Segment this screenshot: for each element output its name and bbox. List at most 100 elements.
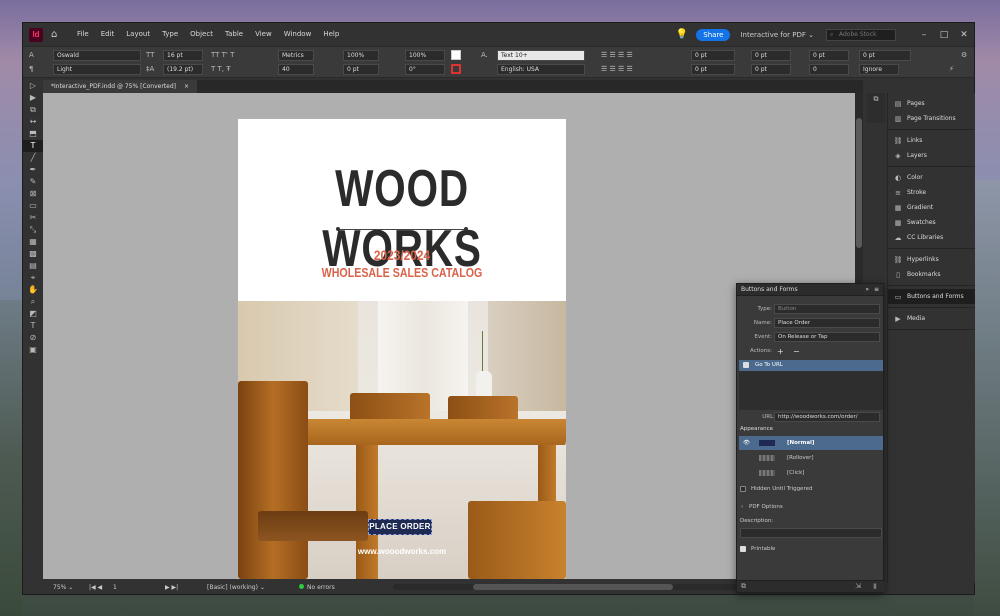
skew-field[interactable]: 0° xyxy=(405,64,445,75)
dock-gradient[interactable]: ▦ Gradient xyxy=(888,200,975,215)
dock-cc-libraries[interactable]: ☁ CC Libraries xyxy=(888,230,975,245)
apply-none-icon[interactable]: ⊘ xyxy=(23,332,43,344)
event-select[interactable]: On Release or Tap xyxy=(774,332,880,342)
gradient-feather-tool-icon[interactable]: ▩ xyxy=(23,248,43,260)
fill-stroke-icon[interactable]: ◩ xyxy=(23,308,43,320)
action-item-go-to-url[interactable]: Go To URL xyxy=(739,360,883,371)
document-canvas[interactable]: WOOD WORKS 2023/2024 WHOLESALE SALES CAT… xyxy=(43,93,855,579)
dock-buttons-and-forms[interactable]: ▭ Buttons and Forms xyxy=(888,289,975,304)
menu-window[interactable]: Window xyxy=(278,23,318,46)
hyphenation-field[interactable]: Ignore xyxy=(859,64,899,75)
last-line-indent-field[interactable]: 0 pt xyxy=(751,64,791,75)
zoom-tool-icon[interactable]: ⌕ xyxy=(23,296,43,308)
font-style-field[interactable]: Light xyxy=(53,64,141,75)
vertical-scroll-thumb[interactable] xyxy=(856,118,862,248)
justify-icon[interactable]: ☰ ☰ ☰ ☰ xyxy=(601,64,633,75)
space-before-field[interactable]: 0 pt xyxy=(809,50,849,61)
dock-page-transitions[interactable]: ▥ Page Transitions xyxy=(888,111,975,126)
free-transform-tool-icon[interactable]: ⤡ xyxy=(23,224,43,236)
formatting-container-icon[interactable]: T xyxy=(23,320,43,332)
menu-edit[interactable]: Edit xyxy=(95,23,121,46)
vertical-scale-field[interactable]: 100% xyxy=(343,50,379,61)
delete-icon[interactable]: ▮ xyxy=(873,582,877,590)
document-style[interactable]: [Basic] (working) ⌄ xyxy=(207,581,265,594)
space-after-field[interactable]: 0 pt xyxy=(859,50,911,61)
hidden-until-triggered-checkbox[interactable] xyxy=(740,486,746,492)
paragraph-mode-icon[interactable]: ¶ xyxy=(29,64,33,75)
settings-gear-icon[interactable]: ⚙ xyxy=(961,50,967,61)
character-style-field[interactable]: Text 10+ xyxy=(497,50,585,61)
menu-file[interactable]: File xyxy=(71,23,95,46)
dock-swatches[interactable]: ▦ Swatches xyxy=(888,215,975,230)
dock-stroke[interactable]: ≡ Stroke xyxy=(888,185,975,200)
menu-help[interactable]: Help xyxy=(317,23,345,46)
baseline-shift-field[interactable]: 0 pt xyxy=(343,64,379,75)
pdf-options-row[interactable]: › PDF Options xyxy=(737,502,885,513)
right-indent-field[interactable]: 0 pt xyxy=(751,50,791,61)
type-select[interactable]: Button xyxy=(774,304,880,314)
dock-pages[interactable]: ▤ Pages xyxy=(888,96,975,111)
buttons-forms-header[interactable]: Buttons and Forms » ≡ xyxy=(737,284,883,296)
rectangle-frame-tool-icon[interactable]: ⊠ xyxy=(23,188,43,200)
screen-mode-icon[interactable]: ▣ xyxy=(23,344,43,356)
page-nav-next-icon[interactable]: ▶ ▶| xyxy=(165,581,178,594)
kerning-field[interactable]: Metrics xyxy=(278,50,314,61)
menu-object[interactable]: Object xyxy=(184,23,219,46)
direct-selection-tool-icon[interactable]: ▶ xyxy=(23,92,43,104)
maximize-button[interactable]: □ xyxy=(934,30,954,40)
panel-menu-icon[interactable]: ⧉ xyxy=(867,93,885,105)
line-tool-icon[interactable]: ╱ xyxy=(23,152,43,164)
preview-icon[interactable]: ⧉ xyxy=(741,582,746,591)
name-field[interactable]: Place Order xyxy=(774,318,880,328)
selection-tool-icon[interactable]: ▷ xyxy=(23,80,43,92)
pen-tool-icon[interactable]: ✒ xyxy=(23,164,43,176)
menu-view[interactable]: View xyxy=(249,23,278,46)
font-family-field[interactable]: Oswald xyxy=(53,50,141,61)
menu-table[interactable]: Table xyxy=(219,23,249,46)
align-left-icon[interactable]: ☰ ☰ ☰ ☰ xyxy=(601,50,633,61)
visibility-eye-icon[interactable]: 👁 xyxy=(743,436,750,450)
leading-field[interactable]: (19.2 pt) xyxy=(163,64,203,75)
pencil-tool-icon[interactable]: ✎ xyxy=(23,176,43,188)
fill-swatch-icon[interactable] xyxy=(451,50,461,60)
page-tool-icon[interactable]: ⧉ xyxy=(23,104,43,116)
horizontal-scale-field[interactable]: 100% xyxy=(405,50,445,61)
dock-bookmarks[interactable]: ▯ Bookmarks xyxy=(888,267,975,282)
menu-layout[interactable]: Layout xyxy=(120,23,156,46)
stroke-swatch-icon[interactable] xyxy=(451,64,461,74)
horizontal-scroll-thumb[interactable] xyxy=(473,584,673,590)
place-order-button[interactable]: PLACE ORDER xyxy=(368,519,432,535)
dock-collapse-strip[interactable]: ⧉ xyxy=(867,93,885,123)
quick-apply-icon[interactable]: ⚡ xyxy=(949,64,954,75)
dock-links[interactable]: ⛓ Links xyxy=(888,133,975,148)
catalog-page[interactable]: WOOD WORKS 2023/2024 WHOLESALE SALES CAT… xyxy=(238,119,566,579)
printable-checkbox[interactable] xyxy=(740,546,746,552)
share-button[interactable]: Share xyxy=(696,28,731,41)
menu-type[interactable]: Type xyxy=(156,23,184,46)
document-tab[interactable]: *Interactive_PDF.indd @ 75% [Converted] … xyxy=(43,80,197,93)
state-rollover[interactable]: [Rollover] xyxy=(739,451,883,465)
pdf-options-chevron-icon[interactable]: › xyxy=(741,502,743,513)
language-field[interactable]: English: USA xyxy=(497,64,585,75)
zoom-level[interactable]: 75% ⌄ xyxy=(53,581,73,594)
printable-row[interactable]: Printable xyxy=(737,544,885,555)
url-field[interactable]: http://woodworks.com/order/ xyxy=(774,412,880,422)
underline-icon[interactable]: T T, Ŧ xyxy=(211,64,231,75)
eyedropper-tool-icon[interactable]: ⌖ xyxy=(23,272,43,284)
minimize-button[interactable]: – xyxy=(914,30,934,40)
workspace-switcher[interactable]: Interactive for PDF ⌄ xyxy=(740,31,814,39)
state-click[interactable]: [Click] xyxy=(739,466,883,480)
close-window-button[interactable]: ✕ xyxy=(954,30,974,40)
dock-color[interactable]: ◐ Color xyxy=(888,170,975,185)
collapse-panel-icon[interactable]: » xyxy=(865,284,869,296)
hand-tool-icon[interactable]: ✋ xyxy=(23,284,43,296)
tracking-field[interactable]: 40 xyxy=(278,64,314,75)
dock-media[interactable]: ▶ Media xyxy=(888,311,975,326)
convert-object-icon[interactable]: ⇲ xyxy=(855,582,861,590)
adobe-stock-search[interactable]: ⌕ Adobe Stock xyxy=(826,28,896,41)
drop-cap-field[interactable]: 0 xyxy=(809,64,849,75)
gradient-swatch-tool-icon[interactable]: ▦ xyxy=(23,236,43,248)
rectangle-tool-icon[interactable]: ▭ xyxy=(23,200,43,212)
panel-menu-icon[interactable]: ≡ xyxy=(874,284,879,296)
left-indent-field[interactable]: 0 pt xyxy=(691,50,735,61)
